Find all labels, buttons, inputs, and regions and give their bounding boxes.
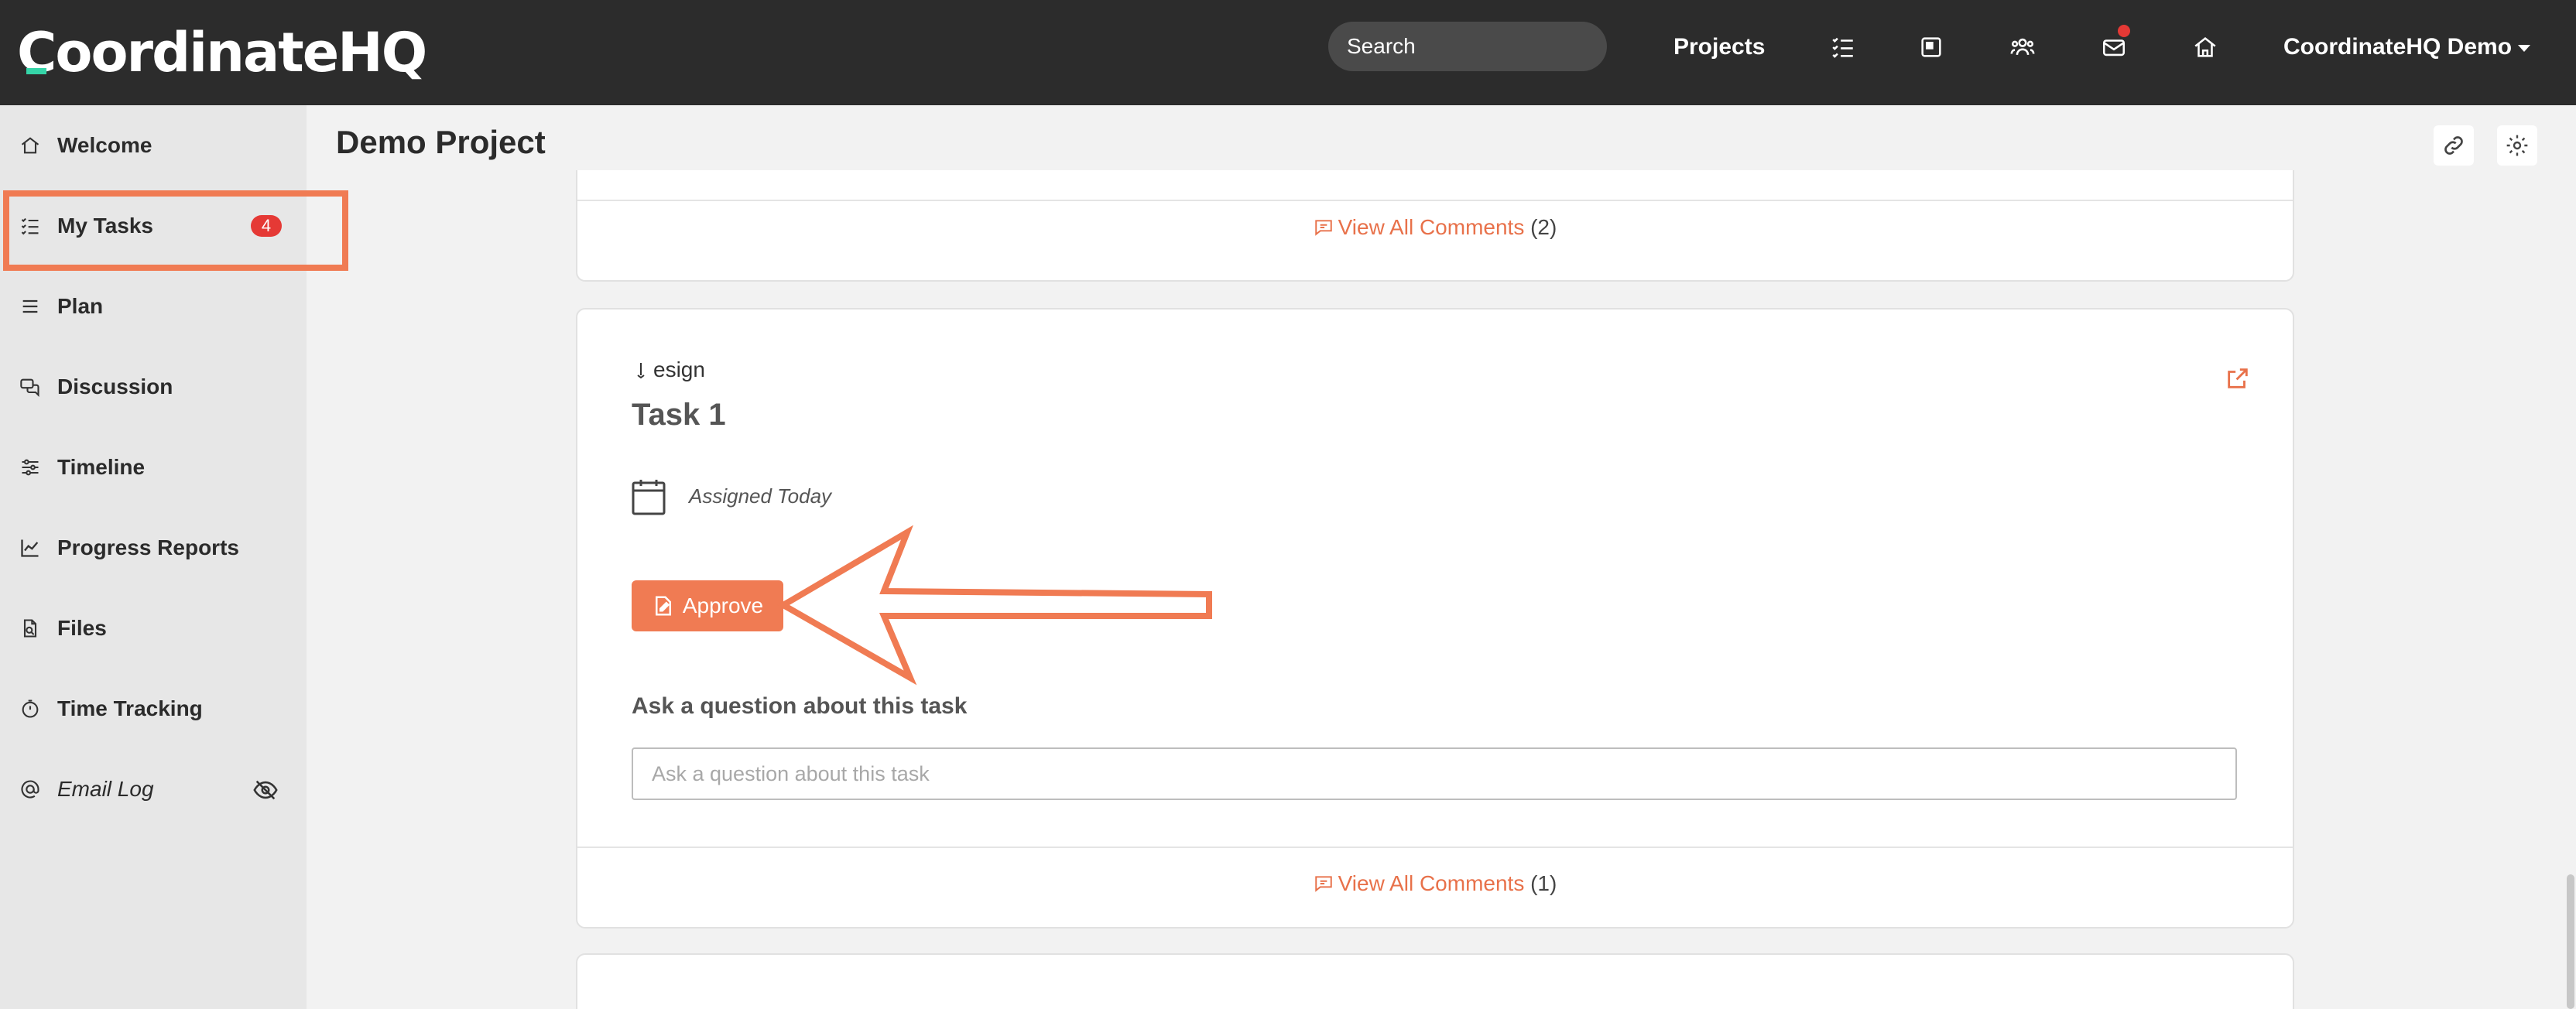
page-title: Demo Project (336, 124, 546, 160)
file-search-icon (19, 617, 42, 640)
task-title: Task 1 (632, 398, 726, 432)
sidebar-item-label: My Tasks (57, 214, 153, 238)
sidebar-item-files[interactable]: Files (0, 588, 307, 669)
view-all-comments-link[interactable]: View All Comments (2) (577, 215, 2293, 240)
notification-dot (2118, 25, 2130, 37)
sidebar-item-label: Welcome (57, 133, 152, 157)
external-link-icon[interactable] (2225, 365, 2251, 392)
task-card-previous: View All Comments (2) (576, 170, 2294, 282)
sidebar-item-label: Discussion (57, 375, 173, 398)
sidebar-item-progress-reports[interactable]: Progress Reports (0, 508, 307, 588)
ask-question-input[interactable] (632, 747, 2237, 800)
account-label: CoordinateHQ Demo (2283, 34, 2513, 60)
sidebar-item-label: Progress Reports (57, 535, 239, 559)
sidebar-item-my-tasks[interactable]: My Tasks 4 (0, 186, 307, 266)
sidebar-item-label: Time Tracking (57, 696, 203, 720)
chart-icon (19, 536, 42, 559)
assigned-date: Assigned Today (689, 484, 832, 508)
chat-icon (19, 375, 42, 398)
at-icon (19, 778, 42, 801)
view-all-comments-link[interactable]: View All Comments (1) (577, 871, 2293, 896)
tasks-icon (19, 214, 42, 238)
board-icon[interactable] (1913, 29, 1949, 65)
link-button[interactable] (2434, 125, 2474, 166)
stopwatch-icon (19, 697, 42, 720)
search-input[interactable] (1328, 22, 1607, 71)
card-divider (577, 847, 2293, 848)
task-count-badge: 4 (251, 215, 282, 237)
sidebar-item-time-tracking[interactable]: Time Tracking (0, 669, 307, 749)
gear-icon (2506, 135, 2528, 156)
sidebar-item-timeline[interactable]: Timeline (0, 427, 307, 508)
logo[interactable]: CoordinateHQ (17, 15, 427, 90)
comments-label: View All Comments (1338, 871, 1525, 895)
mail-icon[interactable] (2096, 25, 2132, 65)
comments-label: View All Comments (1338, 215, 1525, 239)
calendar-icon (632, 480, 666, 515)
sidebar-item-label: Files (57, 616, 107, 640)
comments-count: (2) (1530, 215, 1557, 239)
comment-icon (1314, 876, 1332, 892)
sidebar-item-email-log[interactable]: Email Log (0, 749, 307, 829)
sidebar-item-plan[interactable]: Plan (0, 266, 307, 347)
link-icon (2444, 136, 2463, 155)
comment-icon (1314, 220, 1332, 236)
sidebar-item-discussion[interactable]: Discussion (0, 347, 307, 427)
top-bar: CoordinateHQ Projects CoordinateHQ Demo (0, 0, 2576, 105)
logo-accent (26, 68, 46, 74)
caret-down-icon (2518, 44, 2531, 52)
card-divider (577, 200, 2293, 201)
sliders-icon (19, 456, 42, 479)
account-menu[interactable]: CoordinateHQ Demo (2283, 29, 2531, 65)
task-type: esign (632, 357, 705, 382)
task-type-label: esign (653, 357, 705, 381)
users-icon[interactable] (2005, 29, 2040, 65)
approve-label: Approve (682, 593, 764, 617)
tasks-icon[interactable] (1825, 29, 1861, 65)
nav-projects-link[interactable]: Projects (1673, 29, 1765, 65)
sidebar: Welcome My Tasks 4 Plan Discussion Timel… (0, 105, 307, 1009)
home-icon[interactable] (2187, 29, 2223, 65)
ask-question-label: Ask a question about this task (632, 693, 968, 719)
sidebar-item-label: Email Log (57, 777, 154, 801)
task-card: esign Task 1 Assigned Today Approve Ask … (576, 308, 2294, 929)
settings-button[interactable] (2497, 125, 2537, 166)
signature-icon (637, 363, 645, 379)
home-icon (19, 134, 42, 157)
task-card-next (576, 953, 2294, 1009)
sidebar-item-label: Timeline (57, 455, 146, 479)
sidebar-item-label: Plan (57, 294, 104, 318)
approve-button[interactable]: Approve (632, 580, 783, 631)
comments-count: (1) (1530, 871, 1557, 895)
page-scrollbar[interactable] (2567, 874, 2574, 1009)
list-icon (19, 295, 42, 318)
sign-document-icon (655, 596, 671, 616)
eye-slash-icon[interactable] (252, 777, 279, 803)
sidebar-item-welcome[interactable]: Welcome (0, 105, 307, 186)
